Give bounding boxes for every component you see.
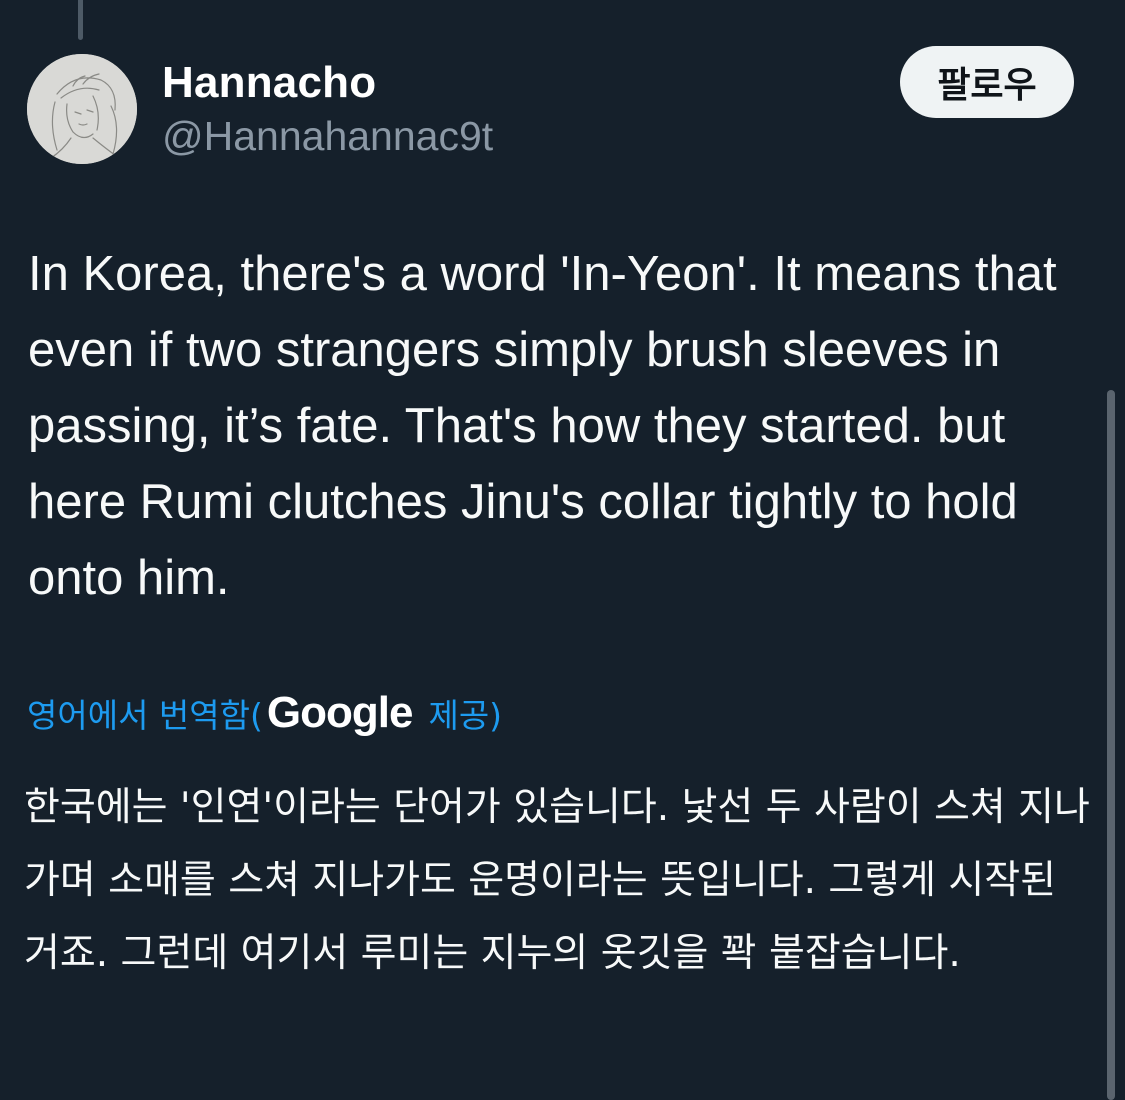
follow-button[interactable]: 팔로우 [900, 46, 1074, 118]
sketch-portrait-icon [27, 54, 137, 164]
tweet-text: In Korea, there's a word 'In-Yeon'. It m… [28, 247, 1057, 605]
display-name[interactable]: Hannacho [162, 58, 376, 108]
google-logo: Google [266, 688, 414, 737]
translation-suffix: 제공) [428, 696, 503, 735]
translation-attribution[interactable]: 영어에서 번역함( Google 제공) [27, 683, 502, 743]
thread-connector-line [78, 0, 83, 40]
translation-prefix: 영어에서 번역함( [27, 696, 263, 735]
user-handle[interactable]: @Hannahannac9t [162, 113, 493, 160]
avatar[interactable] [27, 54, 137, 164]
scrollbar[interactable] [1107, 390, 1115, 1100]
translated-tweet-text: 한국에는 '인연'이라는 단어가 있습니다. 낯선 두 사람이 스쳐 지나가며 … [24, 785, 1090, 976]
